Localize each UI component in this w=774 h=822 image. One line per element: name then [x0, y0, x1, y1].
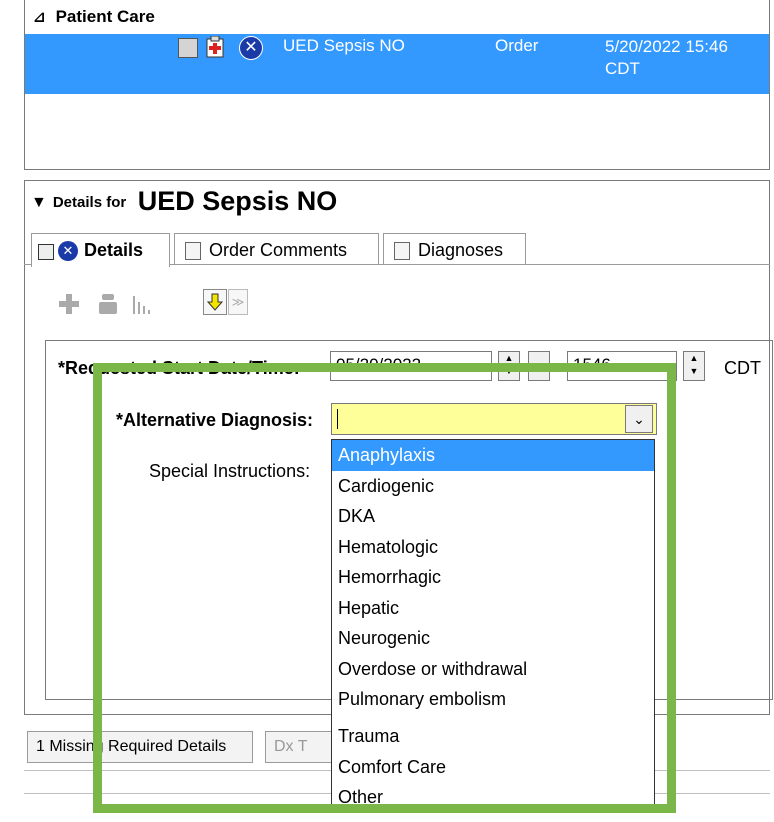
timezone-label: CDT	[724, 358, 761, 378]
expand-all-button[interactable]: ≫	[228, 289, 248, 315]
tab-label: Details	[84, 240, 144, 260]
next-required-button[interactable]	[203, 289, 227, 315]
annotation-highlight-box	[93, 363, 676, 813]
order-checkbox[interactable]	[178, 38, 198, 58]
double-chevron-icon: ≫	[231, 295, 245, 309]
group-header-patient-care[interactable]: ⊿ Patient Care	[25, 0, 769, 34]
chart-bars-icon[interactable]	[131, 294, 157, 316]
order-row[interactable]: ✕ UED Sepsis NO Order 5/20/2022 15:46 CD…	[25, 34, 769, 94]
tab-order-comments[interactable]: Order Comments	[174, 233, 379, 265]
expand-arrow-icon[interactable]: ▼	[31, 194, 47, 211]
order-type: Order	[495, 36, 539, 55]
discontinue-icon[interactable]: ✕	[239, 36, 263, 60]
details-title: ▼ Details for UED Sepsis NO	[31, 186, 337, 217]
tab-x-icon: ✕	[58, 241, 78, 262]
tab-label: Order Comments	[209, 240, 348, 260]
tab-diagnoses[interactable]: Diagnoses	[383, 233, 526, 265]
diagnoses-icon	[394, 242, 410, 261]
details-order-name: UED Sepsis NO	[137, 186, 338, 216]
prescription-icon	[206, 36, 224, 58]
order-name: UED Sepsis NO	[283, 36, 405, 55]
order-datetime: 5/20/2022 15:46 CDT	[605, 37, 728, 78]
yellow-down-arrow-icon	[206, 293, 224, 311]
group-label: Patient Care	[55, 7, 155, 26]
tab-label: Diagnoses	[418, 240, 504, 260]
time-spinner[interactable]: ▲ ▼	[683, 351, 705, 381]
tab-details[interactable]: ✕ Details	[31, 233, 170, 267]
details-prefix: Details for	[52, 194, 127, 212]
details-tab-icon	[38, 242, 58, 261]
comments-icon	[185, 242, 201, 261]
add-icon[interactable]	[58, 292, 80, 316]
collapse-triangle-icon[interactable]: ⊿	[33, 9, 46, 26]
dispense-icon[interactable]	[96, 292, 120, 316]
